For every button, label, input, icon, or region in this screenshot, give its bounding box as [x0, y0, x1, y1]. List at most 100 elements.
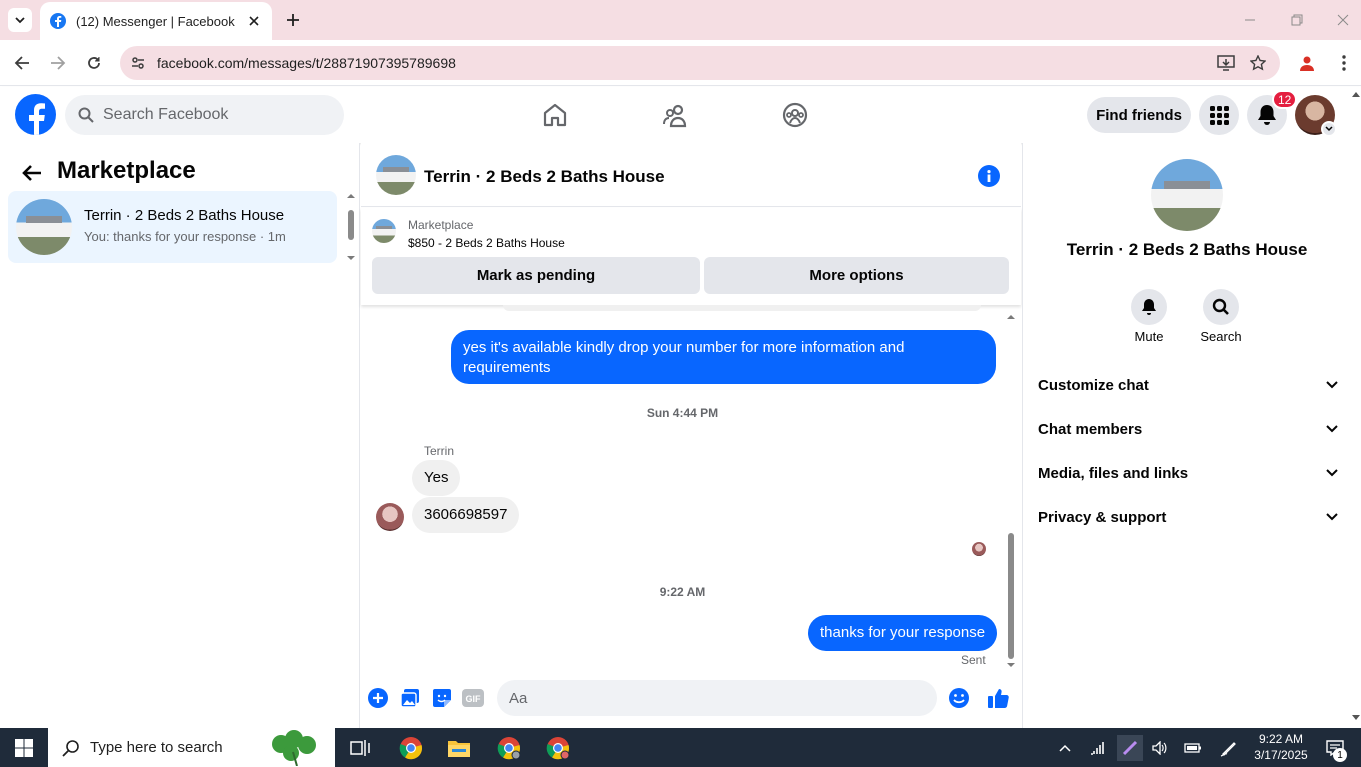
restore-icon[interactable] — [1287, 10, 1307, 30]
url-text[interactable]: facebook.com/messages/t/2887190739578969… — [157, 55, 456, 71]
message-composer: GIF — [361, 675, 1021, 728]
panel-title: Marketplace — [57, 157, 196, 184]
chevron-down-icon — [1326, 513, 1338, 521]
listing-price[interactable]: $850 - 2 Beds 2 Baths House — [408, 236, 565, 250]
emoji-icon[interactable] — [948, 687, 970, 709]
reload-icon — [88, 57, 100, 69]
back-arrow-icon[interactable] — [20, 161, 44, 185]
more-options-button[interactable]: More options — [704, 257, 1009, 294]
marketplace-listing-bar: Marketplace $850 - 2 Beds 2 Baths House … — [361, 208, 1021, 305]
windows-start-icon[interactable] — [0, 728, 48, 767]
chat-scrollbar[interactable] — [1006, 313, 1016, 673]
install-app-icon[interactable] — [1216, 53, 1236, 73]
search-icon — [1212, 298, 1229, 315]
reload-button[interactable] — [84, 53, 104, 73]
groups-icon[interactable] — [781, 101, 809, 129]
close-window-icon[interactable] — [1333, 10, 1353, 30]
battery-icon[interactable] — [1183, 738, 1203, 758]
chrome-active-icon[interactable] — [545, 735, 571, 761]
thumbs-up-icon[interactable] — [987, 687, 1009, 709]
conversation-name: Terrin · 2 Beds 2 Baths House — [84, 207, 285, 224]
privacy-support-row[interactable]: Privacy & support — [1038, 505, 1338, 529]
section-label: Media, files and links — [1038, 464, 1189, 482]
outgoing-message[interactable]: thanks for your response — [808, 615, 998, 651]
pen-app-icon[interactable] — [1117, 735, 1143, 761]
search-icon — [78, 107, 94, 123]
section-label: Customize chat — [1038, 376, 1149, 394]
plus-circle-icon[interactable] — [367, 687, 389, 709]
home-icon[interactable] — [541, 101, 569, 129]
facebook-search-input[interactable] — [103, 106, 323, 124]
tab-list-button[interactable] — [8, 8, 32, 32]
page-scroll-down-icon[interactable] — [1351, 714, 1361, 722]
friends-icon[interactable] — [661, 101, 689, 129]
sender-avatar[interactable] — [376, 503, 404, 531]
media-files-links-row[interactable]: Media, files and links — [1038, 461, 1338, 485]
search-action[interactable]: Search — [1191, 289, 1251, 344]
omnibox[interactable]: facebook.com/messages/t/2887190739578969… — [120, 46, 1280, 80]
sticker-icon[interactable] — [431, 687, 453, 709]
menu-grid-button[interactable] — [1199, 95, 1239, 135]
show-hidden-icons-icon[interactable] — [1055, 738, 1075, 758]
windows-taskbar: Type here to search 9:22 AM 3/17/2025 1 — [0, 728, 1361, 767]
previous-message-edge — [503, 305, 981, 311]
shamrock-icon — [272, 730, 316, 766]
volume-icon[interactable] — [1150, 738, 1170, 758]
minimize-icon[interactable] — [1240, 10, 1260, 30]
system-clock[interactable]: 9:22 AM 3/17/2025 — [1250, 731, 1312, 763]
section-label: Chat members — [1038, 420, 1143, 438]
clock-time: 9:22 AM — [1258, 732, 1304, 746]
chat-title[interactable]: Terrin · 2 Beds 2 Baths House — [424, 167, 665, 187]
conversation-preview: You: thanks for your response · 1m — [84, 229, 286, 244]
back-button[interactable] — [12, 53, 32, 73]
info-icon[interactable] — [978, 165, 1000, 187]
facebook-search-box[interactable] — [65, 95, 344, 135]
svg-text:GIF: GIF — [466, 694, 482, 704]
browser-menu-icon[interactable] — [1334, 53, 1354, 73]
clock-date: 3/17/2025 — [1254, 748, 1308, 762]
chat-details-panel: Terrin · 2 Beds 2 Baths House Mute Searc… — [1022, 143, 1361, 728]
message-input[interactable] — [497, 680, 937, 716]
photo-icon[interactable] — [399, 687, 421, 709]
customize-chat-row[interactable]: Customize chat — [1038, 373, 1338, 397]
forward-button[interactable] — [48, 53, 68, 73]
task-view-icon[interactable] — [347, 735, 373, 761]
pen-input-icon[interactable] — [1219, 738, 1239, 758]
chat-avatar[interactable] — [376, 155, 416, 195]
close-tab-icon[interactable] — [246, 13, 262, 29]
mute-label: Mute — [1134, 329, 1164, 344]
mute-action[interactable]: Mute — [1119, 289, 1179, 344]
page-scroll-up-icon[interactable] — [1351, 90, 1361, 98]
new-tab-button[interactable] — [283, 10, 303, 30]
gif-icon[interactable]: GIF — [462, 687, 484, 709]
bookmark-star-icon[interactable] — [1248, 53, 1268, 73]
details-avatar[interactable] — [1151, 159, 1223, 231]
outgoing-message[interactable]: yes it's available kindly drop your numb… — [451, 330, 996, 384]
facebook-logo-icon[interactable] — [15, 94, 56, 135]
browser-tab[interactable]: (12) Messenger | Facebook — [40, 2, 272, 40]
timestamp: Sun 4:44 PM — [646, 406, 719, 420]
taskbar-search-box[interactable]: Type here to search — [48, 728, 335, 767]
account-chevron-icon[interactable] — [1321, 121, 1337, 137]
tab-title: (12) Messenger | Facebook — [76, 13, 235, 29]
chat-members-row[interactable]: Chat members — [1038, 417, 1338, 441]
facebook-favicon-icon — [50, 13, 66, 29]
incoming-message[interactable]: Yes — [412, 460, 461, 496]
section-label: Privacy & support — [1038, 508, 1167, 526]
address-toolbar: facebook.com/messages/t/2887190739578969… — [0, 40, 1361, 86]
chevron-down-icon — [15, 17, 25, 24]
find-friends-button[interactable]: Find friends — [1087, 97, 1191, 133]
action-center-badge: 1 — [1333, 748, 1347, 762]
chevron-down-icon — [1326, 469, 1338, 477]
mark-as-pending-button[interactable]: Mark as pending — [372, 257, 700, 294]
site-info-icon[interactable] — [128, 53, 148, 73]
left-scrollbar[interactable] — [346, 193, 356, 261]
chrome-icon[interactable] — [398, 735, 424, 761]
network-icon[interactable] — [1088, 738, 1108, 758]
profile-icon[interactable] — [1297, 53, 1317, 73]
listing-thumbnail[interactable] — [372, 219, 396, 243]
file-explorer-icon[interactable] — [446, 735, 472, 761]
conversation-item[interactable]: Terrin · 2 Beds 2 Baths House You: thank… — [8, 191, 337, 263]
chrome-profile-icon[interactable] — [496, 735, 522, 761]
incoming-message[interactable]: 3606698597 — [412, 497, 520, 533]
